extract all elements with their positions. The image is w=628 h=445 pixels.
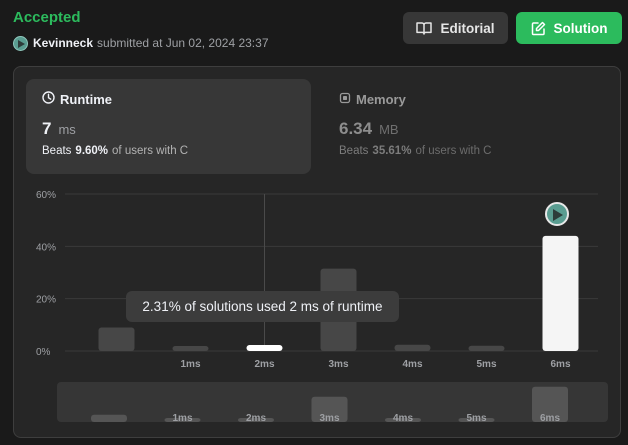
y-tick-label: 40%: [36, 242, 56, 253]
chart-bar-6ms: [542, 235, 579, 351]
x-tick-label: 4ms: [402, 359, 422, 370]
chart-overview-brush[interactable]: 1ms 2ms 3ms 4ms 5ms 6ms: [57, 382, 608, 422]
x-tick-label: 3ms: [328, 359, 348, 370]
x-tick-label: 6ms: [550, 359, 570, 370]
chart-bar-5ms: [468, 345, 505, 351]
chart-tooltip: 2.31% of solutions used 2 ms of runtime: [126, 291, 399, 322]
user-avatar-marker: [545, 202, 569, 226]
y-tick-label: 60%: [36, 190, 56, 201]
y-tick-label: 0%: [36, 347, 51, 358]
overview-tick-label: 4ms: [393, 413, 413, 422]
chart-bar-1ms: [172, 346, 209, 351]
chart-bar-0ms: [98, 327, 135, 351]
overview-tick-label: 3ms: [319, 413, 339, 422]
overview-tick-label: 6ms: [540, 413, 560, 422]
overview-tick-label: 1ms: [172, 413, 192, 422]
chart-bar-4ms: [394, 344, 431, 351]
x-tick-label: 5ms: [476, 359, 496, 370]
y-tick-label: 20%: [36, 295, 56, 306]
overview-tick-label: 5ms: [466, 413, 486, 422]
x-tick-label: 1ms: [180, 359, 200, 370]
overview-bar-0ms: [91, 414, 127, 422]
overview-tick-label: 2ms: [246, 413, 266, 422]
overview-chart[interactable]: 1ms 2ms 3ms 4ms 5ms 6ms: [57, 382, 608, 422]
x-tick-label: 2ms: [254, 359, 274, 370]
runtime-distribution-chart[interactable]: 0% 20% 40% 60% 1ms 2ms 3ms 4ms 5ms 6ms: [0, 0, 628, 445]
chart-bar-2ms: [246, 344, 283, 351]
